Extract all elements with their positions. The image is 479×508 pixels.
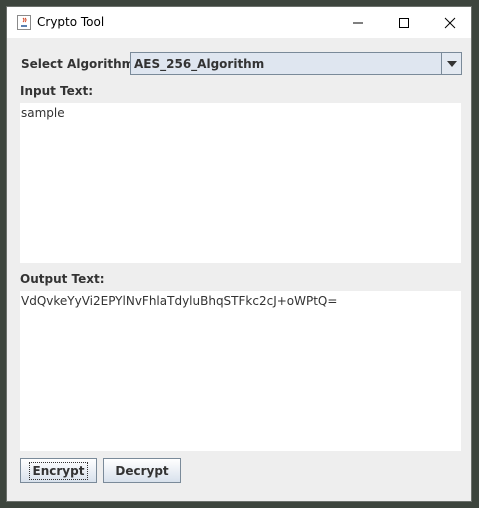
algorithm-select-value: AES_256_Algorithm bbox=[134, 57, 265, 71]
decrypt-button[interactable]: Decrypt bbox=[103, 458, 181, 483]
algorithm-label: Select Algorithm: bbox=[21, 57, 139, 71]
close-icon bbox=[444, 17, 456, 28]
title-bar[interactable]: Crypto Tool bbox=[7, 7, 471, 38]
algorithm-select[interactable]: AES_256_Algorithm bbox=[130, 52, 462, 75]
decrypt-button-label: Decrypt bbox=[115, 463, 169, 478]
minimize-icon bbox=[353, 22, 363, 23]
close-button[interactable] bbox=[427, 7, 473, 38]
output-text-value: VdQvkeYyVi2EPYlNvFhlaTdyluBhqSTFkc2cJ+oW… bbox=[21, 294, 338, 308]
maximize-button[interactable] bbox=[381, 7, 427, 38]
minimize-button[interactable] bbox=[335, 7, 381, 38]
dropdown-arrow-button[interactable] bbox=[441, 53, 461, 74]
encrypt-button[interactable]: Encrypt bbox=[20, 458, 97, 483]
output-text-area[interactable]: VdQvkeYyVi2EPYlNvFhlaTdyluBhqSTFkc2cJ+oW… bbox=[20, 291, 461, 451]
chevron-down-icon bbox=[446, 60, 457, 67]
input-text-value: sample bbox=[21, 106, 65, 120]
encrypt-button-label: Encrypt bbox=[28, 461, 89, 480]
window-title: Crypto Tool bbox=[37, 15, 105, 29]
java-cup-icon bbox=[17, 15, 31, 30]
output-text-label: Output Text: bbox=[20, 272, 105, 286]
maximize-icon bbox=[399, 17, 409, 28]
crypto-tool-window: Crypto Tool Select Algorithm: AES_256_Al… bbox=[6, 6, 472, 502]
input-text-area[interactable]: sample bbox=[20, 103, 461, 263]
input-text-label: Input Text: bbox=[20, 84, 94, 98]
